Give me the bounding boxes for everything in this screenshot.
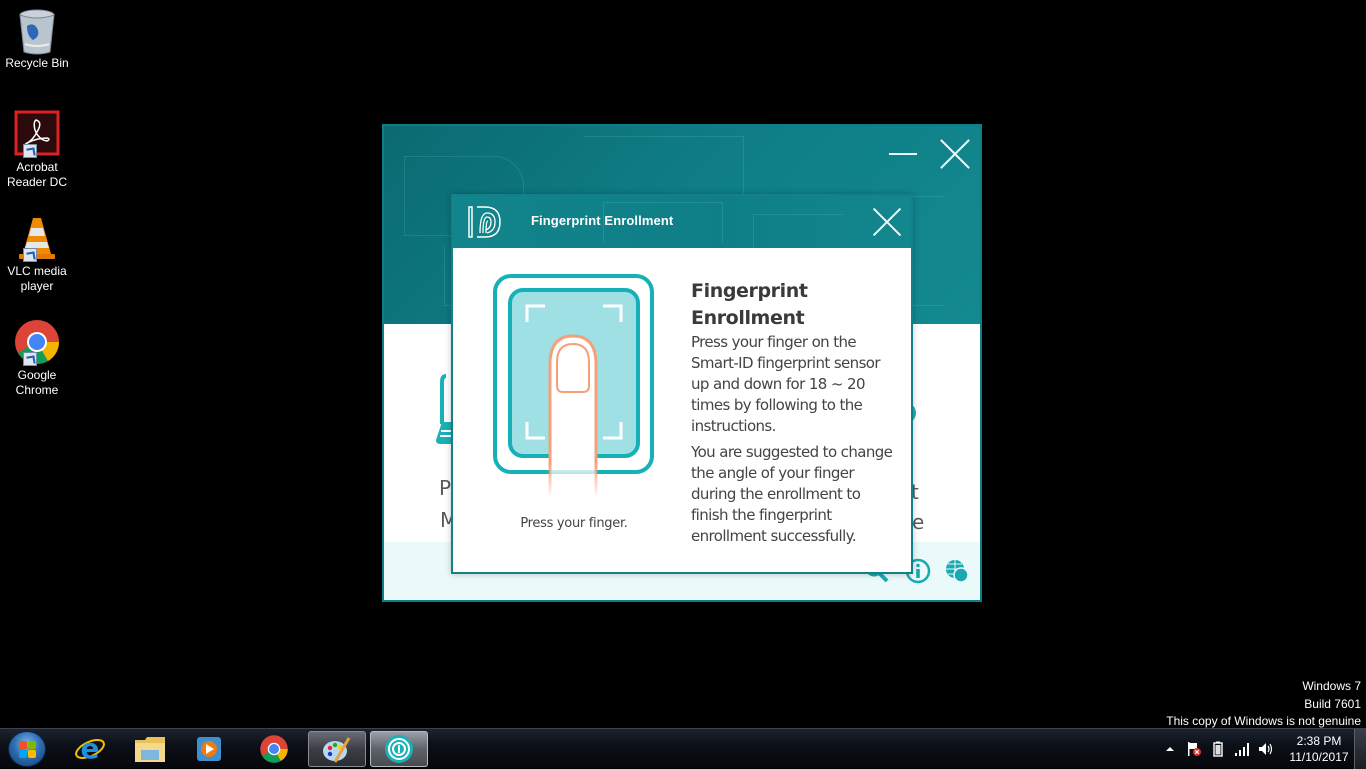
fingerprint-enrollment-dialog: Fingerprint Enrollment Press your finger… [451,194,913,574]
dialog-title: Fingerprint Enrollment [531,213,674,228]
desktop-icon-label: Recycle Bin [5,56,69,70]
desktop-icon-label: Chrome [15,383,59,397]
chrome-icon [260,735,288,763]
desktop-icon-acrobat[interactable]: Acrobat Reader DC [2,110,72,190]
desktop: Recycle Bin Acrobat Reader DC VLC media … [0,0,1366,728]
ie-icon: e [75,733,105,765]
vlc-icon [13,214,61,262]
smart-id-icon [385,735,413,763]
shortcut-arrow-icon [23,248,37,262]
desktop-icon-vlc[interactable]: VLC media player [2,214,72,294]
watermark-os: Windows 7 [1302,679,1361,693]
language-globe-icon[interactable] [944,558,970,584]
instructions-panel: Fingerprint Enrollment Press your finger… [691,278,901,552]
battery-icon[interactable] [1210,741,1226,757]
show-desktop-button[interactable] [1354,729,1366,769]
recycle-bin-icon [13,6,61,55]
folder-icon [135,737,165,762]
dialog-header: Fingerprint Enrollment [453,196,911,248]
desktop-icon-label: player [20,279,54,293]
taskbar-internet-explorer[interactable]: e [61,731,119,767]
desktop-icon-chrome[interactable]: Google Chrome [2,318,72,398]
taskbar-file-explorer[interactable] [121,731,179,767]
shortcut-arrow-icon [23,144,37,158]
windows-logo-icon [19,741,27,749]
clock-date: 11/10/2017 [1289,750,1349,764]
app-close-button[interactable] [939,138,971,170]
feature-label-left-line1: P [439,476,452,500]
taskbar: e 2:38 PM 11/10/2017 [0,728,1366,769]
instructions-paragraph: You are suggested to change the angle of… [691,443,893,545]
desktop-icon-recycle-bin[interactable]: Recycle Bin [2,6,72,71]
watermark-build: Build 7601 [1304,696,1361,711]
chrome-icon [13,318,61,366]
desktop-icon-label: VLC media [7,264,67,278]
circuit-pattern [753,214,843,248]
taskbar-chrome[interactable] [245,731,303,767]
illustration-caption: Press your finger. [520,516,628,531]
circuit-pattern [584,136,744,196]
taskbar-paint[interactable] [308,731,366,767]
fingerprint-sensor-illustration [493,274,654,498]
dialog-close-button[interactable] [871,206,903,238]
acrobat-reader-icon [13,110,61,158]
system-tray: 2:38 PM 11/10/2017 [1160,729,1366,769]
taskbar-media-player[interactable] [180,731,238,767]
media-player-icon [197,737,221,761]
taskbar-smart-id[interactable] [370,731,428,767]
instructions-heading: Fingerprint Enrollment [691,280,808,329]
network-signal-icon[interactable] [1234,741,1250,757]
clock-time: 2:38 PM [1296,734,1342,748]
desktop-icon-label: Reader DC [6,175,68,189]
minimize-button[interactable] [889,144,919,164]
shortcut-arrow-icon [23,352,37,366]
action-center-flag-icon[interactable] [1186,741,1202,757]
fingernail [556,342,590,393]
show-hidden-icons-arrow[interactable] [1162,741,1178,757]
instructions-paragraph: Press your finger on the Smart-ID finger… [691,333,881,435]
taskbar-clock[interactable]: 2:38 PM 11/10/2017 [1284,733,1354,765]
smart-id-logo-icon [468,206,501,238]
start-button[interactable] [8,731,46,767]
desktop-icon-label: Google [17,368,57,382]
paint-palette-icon [323,737,351,763]
desktop-icon-label: Acrobat [16,160,58,174]
svg-text:e: e [81,733,100,765]
volume-icon[interactable] [1258,741,1274,757]
windows-watermark: Windows 7 Build 7601 This copy of Window… [1166,678,1361,731]
